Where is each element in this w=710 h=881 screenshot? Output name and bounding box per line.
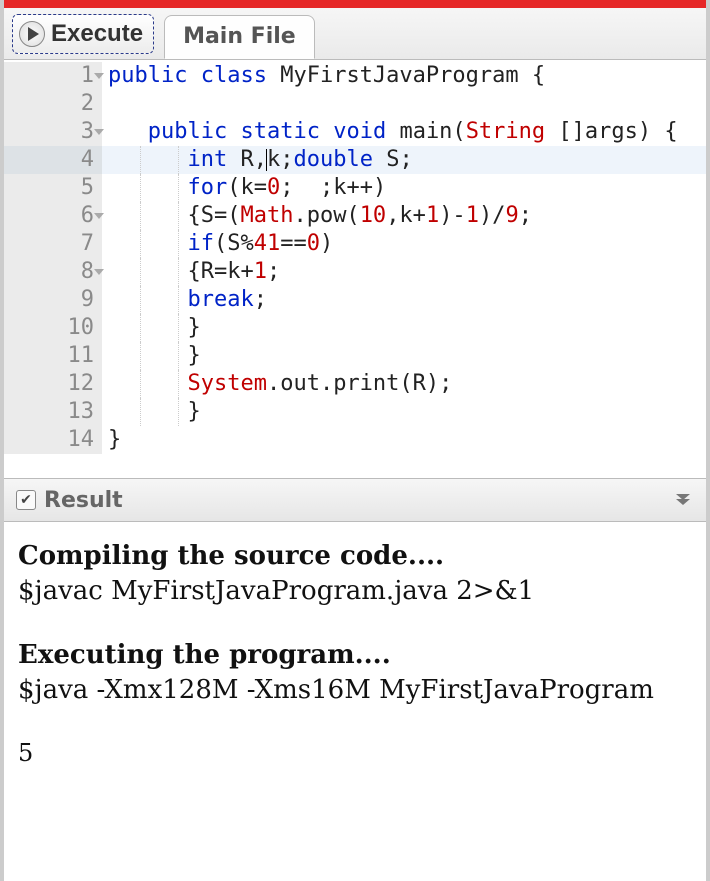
code-text[interactable]: } — [102, 314, 706, 342]
code-line[interactable]: 12 System.out.print(R); — [4, 370, 706, 398]
code-text[interactable] — [102, 90, 706, 118]
code-text[interactable]: int R,k;double S; — [102, 146, 706, 174]
toolbar: Execute Main File — [4, 8, 706, 60]
gutter-line-number[interactable]: 12 — [4, 370, 102, 398]
gutter-line-number[interactable]: 2 — [4, 90, 102, 118]
code-line[interactable]: 11 } — [4, 342, 706, 370]
execute-button[interactable]: Execute — [12, 14, 154, 54]
code-text[interactable]: {S=(Math.pow(10,k+1)-1)/9; — [102, 202, 706, 230]
code-line[interactable]: 7 if(S%41==0) — [4, 230, 706, 258]
code-line[interactable]: 4 int R,k;double S; — [4, 146, 706, 174]
code-editor[interactable]: 1public class MyFirstJavaProgram {23 pub… — [4, 60, 706, 478]
code-line[interactable]: 14} — [4, 426, 706, 454]
code-line[interactable]: 13 } — [4, 398, 706, 426]
code-text[interactable]: {R=k+1; — [102, 258, 706, 286]
code-line[interactable]: 8 {R=k+1; — [4, 258, 706, 286]
code-line[interactable]: 9 break; — [4, 286, 706, 314]
code-text[interactable]: System.out.print(R); — [102, 370, 706, 398]
gutter-line-number[interactable]: 5 — [4, 174, 102, 202]
tab-main-file[interactable]: Main File — [164, 15, 315, 59]
code-text[interactable]: } — [102, 426, 706, 454]
gutter-line-number[interactable]: 8 — [4, 258, 102, 286]
tab-label: Main File — [183, 24, 296, 49]
execute-command: $java -Xmx128M -Xms16M MyFirstJavaProgra… — [18, 674, 692, 707]
gutter-line-number[interactable]: 14 — [4, 426, 102, 454]
gutter-line-number[interactable]: 3 — [4, 118, 102, 146]
code-text[interactable]: } — [102, 398, 706, 426]
result-panel-body: Compiling the source code.... $javac MyF… — [4, 522, 706, 881]
compile-command: $javac MyFirstJavaProgram.java 2>&1 — [18, 575, 692, 608]
result-panel-header[interactable]: ✔ Result — [4, 478, 706, 522]
code-text[interactable]: public static void main(String []args) { — [102, 118, 706, 146]
program-output: 5 — [18, 738, 692, 768]
execute-button-label: Execute — [51, 20, 143, 48]
check-icon: ✔ — [16, 490, 36, 510]
code-line[interactable]: 6 {S=(Math.pow(10,k+1)-1)/9; — [4, 202, 706, 230]
execute-heading: Executing the program.... — [18, 639, 692, 672]
code-text[interactable]: for(k=0; ;k++) — [102, 174, 706, 202]
code-line[interactable]: 3 public static void main(String []args)… — [4, 118, 706, 146]
play-icon — [19, 21, 45, 47]
compile-heading: Compiling the source code.... — [18, 540, 692, 573]
gutter-line-number[interactable]: 4 — [4, 146, 102, 174]
code-text[interactable]: if(S%41==0) — [102, 230, 706, 258]
gutter-line-number[interactable]: 9 — [4, 286, 102, 314]
gutter-line-number[interactable]: 1 — [4, 62, 102, 90]
code-line[interactable]: 2 — [4, 90, 706, 118]
code-text[interactable]: break; — [102, 286, 706, 314]
code-line[interactable]: 1public class MyFirstJavaProgram { — [4, 62, 706, 90]
result-title-label: Result — [44, 488, 123, 513]
gutter-line-number[interactable]: 6 — [4, 202, 102, 230]
window-top-accent — [4, 0, 706, 8]
code-line[interactable]: 5 for(k=0; ;k++) — [4, 174, 706, 202]
gutter-line-number[interactable]: 7 — [4, 230, 102, 258]
gutter-line-number[interactable]: 11 — [4, 342, 102, 370]
app-frame: Execute Main File 1public class MyFirstJ… — [0, 0, 710, 881]
code-text[interactable]: } — [102, 342, 706, 370]
chevron-double-down-icon[interactable] — [672, 491, 694, 509]
code-line[interactable]: 10 } — [4, 314, 706, 342]
code-text[interactable]: public class MyFirstJavaProgram { — [102, 62, 706, 90]
gutter-line-number[interactable]: 10 — [4, 314, 102, 342]
gutter-line-number[interactable]: 13 — [4, 398, 102, 426]
